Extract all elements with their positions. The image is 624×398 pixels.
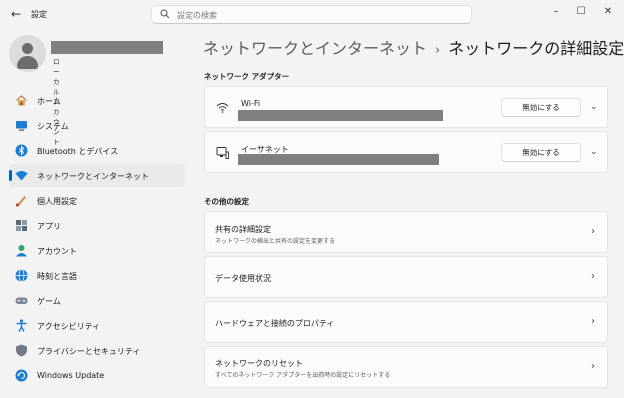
chevron-down-icon[interactable]: ⌄ [590,147,598,157]
sidebar-item-label: アプリ [37,222,61,231]
search-icon [160,9,170,19]
sidebar-item-gaming[interactable]: ゲーム [9,289,185,312]
search-placeholder: 設定の検索 [177,11,217,20]
accessibility-icon [16,319,27,332]
search-input[interactable]: 設定の検索 [151,5,472,24]
sidebar-item-label: Windows Update [37,371,105,380]
sidebar-item-label: アカウント [37,247,77,256]
sidebar-item-label: アクセシビリティ [37,322,101,331]
wifi-icon [216,103,229,113]
page-title: ネットワークの詳細設定 [448,39,624,58]
minimize-button[interactable]: – [546,4,566,20]
row-title: 共有の詳細設定 [215,225,271,234]
sidebar-item-apps[interactable]: アプリ [9,214,185,237]
network-icon [15,171,28,181]
breadcrumb-separator: › [435,43,441,58]
settings-row-hardware-properties[interactable]: ハードウェアと接続のプロパティ › [204,301,608,343]
adapter-name: Wi-Fi [241,99,261,108]
sidebar-item-bluetooth[interactable]: Bluetooth とデバイス [9,139,185,162]
settings-row-advanced-sharing[interactable]: 共有の詳細設定 ネットワークの検出と共有の設定を変更する › [204,211,608,253]
sidebar-item-personalization[interactable]: 個人用設定 [9,189,185,212]
adapter-card-wifi[interactable]: Wi-Fi 無効にする ⌄ [204,86,608,128]
chevron-right-icon: › [591,271,595,282]
redacted-adapter-details [238,110,443,121]
sidebar-item-label: Bluetooth とデバイス [37,147,119,156]
sidebar-item-label: ゲーム [37,297,61,306]
chevron-down-icon[interactable]: ⌄ [590,102,598,112]
maximize-button[interactable]: ☐ [571,4,591,20]
sidebar-item-label: 時刻と言語 [37,272,77,281]
sidebar-item-accounts[interactable]: アカウント [9,239,185,262]
system-icon [16,121,27,131]
redacted-user-name [51,41,163,54]
section-heading-adapters: ネットワーク アダプター [204,72,290,81]
sidebar-item-label: ホーム [37,97,61,106]
sidebar-item-label: ネットワークとインターネット [37,172,149,181]
account-icon [16,245,27,257]
sidebar-item-time-language[interactable]: 時刻と言語 [9,264,185,287]
privacy-shield-icon [16,344,27,357]
apps-icon [16,220,27,231]
sidebar-item-label: システム [37,122,69,131]
title-bar: ← 設定 設定の検索 – ☐ ✕ [0,0,624,30]
disable-ethernet-button[interactable]: 無効にする [501,143,581,162]
settings-row-data-usage[interactable]: データ使用状況 › [204,256,608,298]
chevron-right-icon: › [591,361,595,372]
row-subtitle: すべてのネットワーク アダプターを出荷時の設定にリセットする [215,372,391,379]
personalization-icon [15,196,26,207]
back-arrow-icon[interactable]: ← [8,6,24,22]
row-title: ハードウェアと接続のプロパティ [215,319,335,328]
time-language-icon [15,269,28,282]
row-title: データ使用状況 [215,274,271,283]
bluetooth-icon [15,144,28,157]
row-title: ネットワークのリセット [215,359,303,368]
sidebar-item-home[interactable]: ホーム [9,89,185,112]
ethernet-icon [216,147,229,159]
chevron-right-icon: › [591,226,595,237]
sidebar-nav: ホーム システム Bluetooth とデバイス ネットワークとインターネット … [9,89,185,389]
windows-update-icon [15,369,28,382]
sidebar-item-label: 個人用設定 [37,197,77,206]
disable-wifi-button[interactable]: 無効にする [501,98,581,117]
avatar-icon[interactable] [9,35,46,72]
sidebar-item-system[interactable]: システム [9,114,185,137]
redacted-adapter-details [238,154,439,165]
adapter-card-ethernet[interactable]: イーサネット 無効にする ⌄ [204,131,608,173]
sidebar-item-accessibility[interactable]: アクセシビリティ [9,314,185,337]
chevron-right-icon: › [591,316,595,327]
sidebar-item-label: プライバシーとセキュリティ [37,347,141,356]
sidebar-item-network[interactable]: ネットワークとインターネット [9,164,185,187]
close-button[interactable]: ✕ [598,4,618,20]
breadcrumb-link[interactable]: ネットワークとインターネット [203,39,427,58]
home-icon [16,94,27,106]
row-subtitle: ネットワークの検出と共有の設定を変更する [215,238,336,245]
app-title: 設定 [31,10,47,19]
sidebar-item-windows-update[interactable]: Windows Update [9,364,185,387]
gaming-icon [15,297,28,304]
section-heading-more-settings: その他の設定 [204,197,249,206]
sidebar-item-privacy[interactable]: プライバシーとセキュリティ [9,339,185,362]
active-indicator [9,170,12,181]
page-header: ネットワークとインターネット › ネットワークの詳細設定 [203,35,624,59]
settings-row-network-reset[interactable]: ネットワークのリセット すべてのネットワーク アダプターを出荷時の設定にリセット… [204,346,608,388]
